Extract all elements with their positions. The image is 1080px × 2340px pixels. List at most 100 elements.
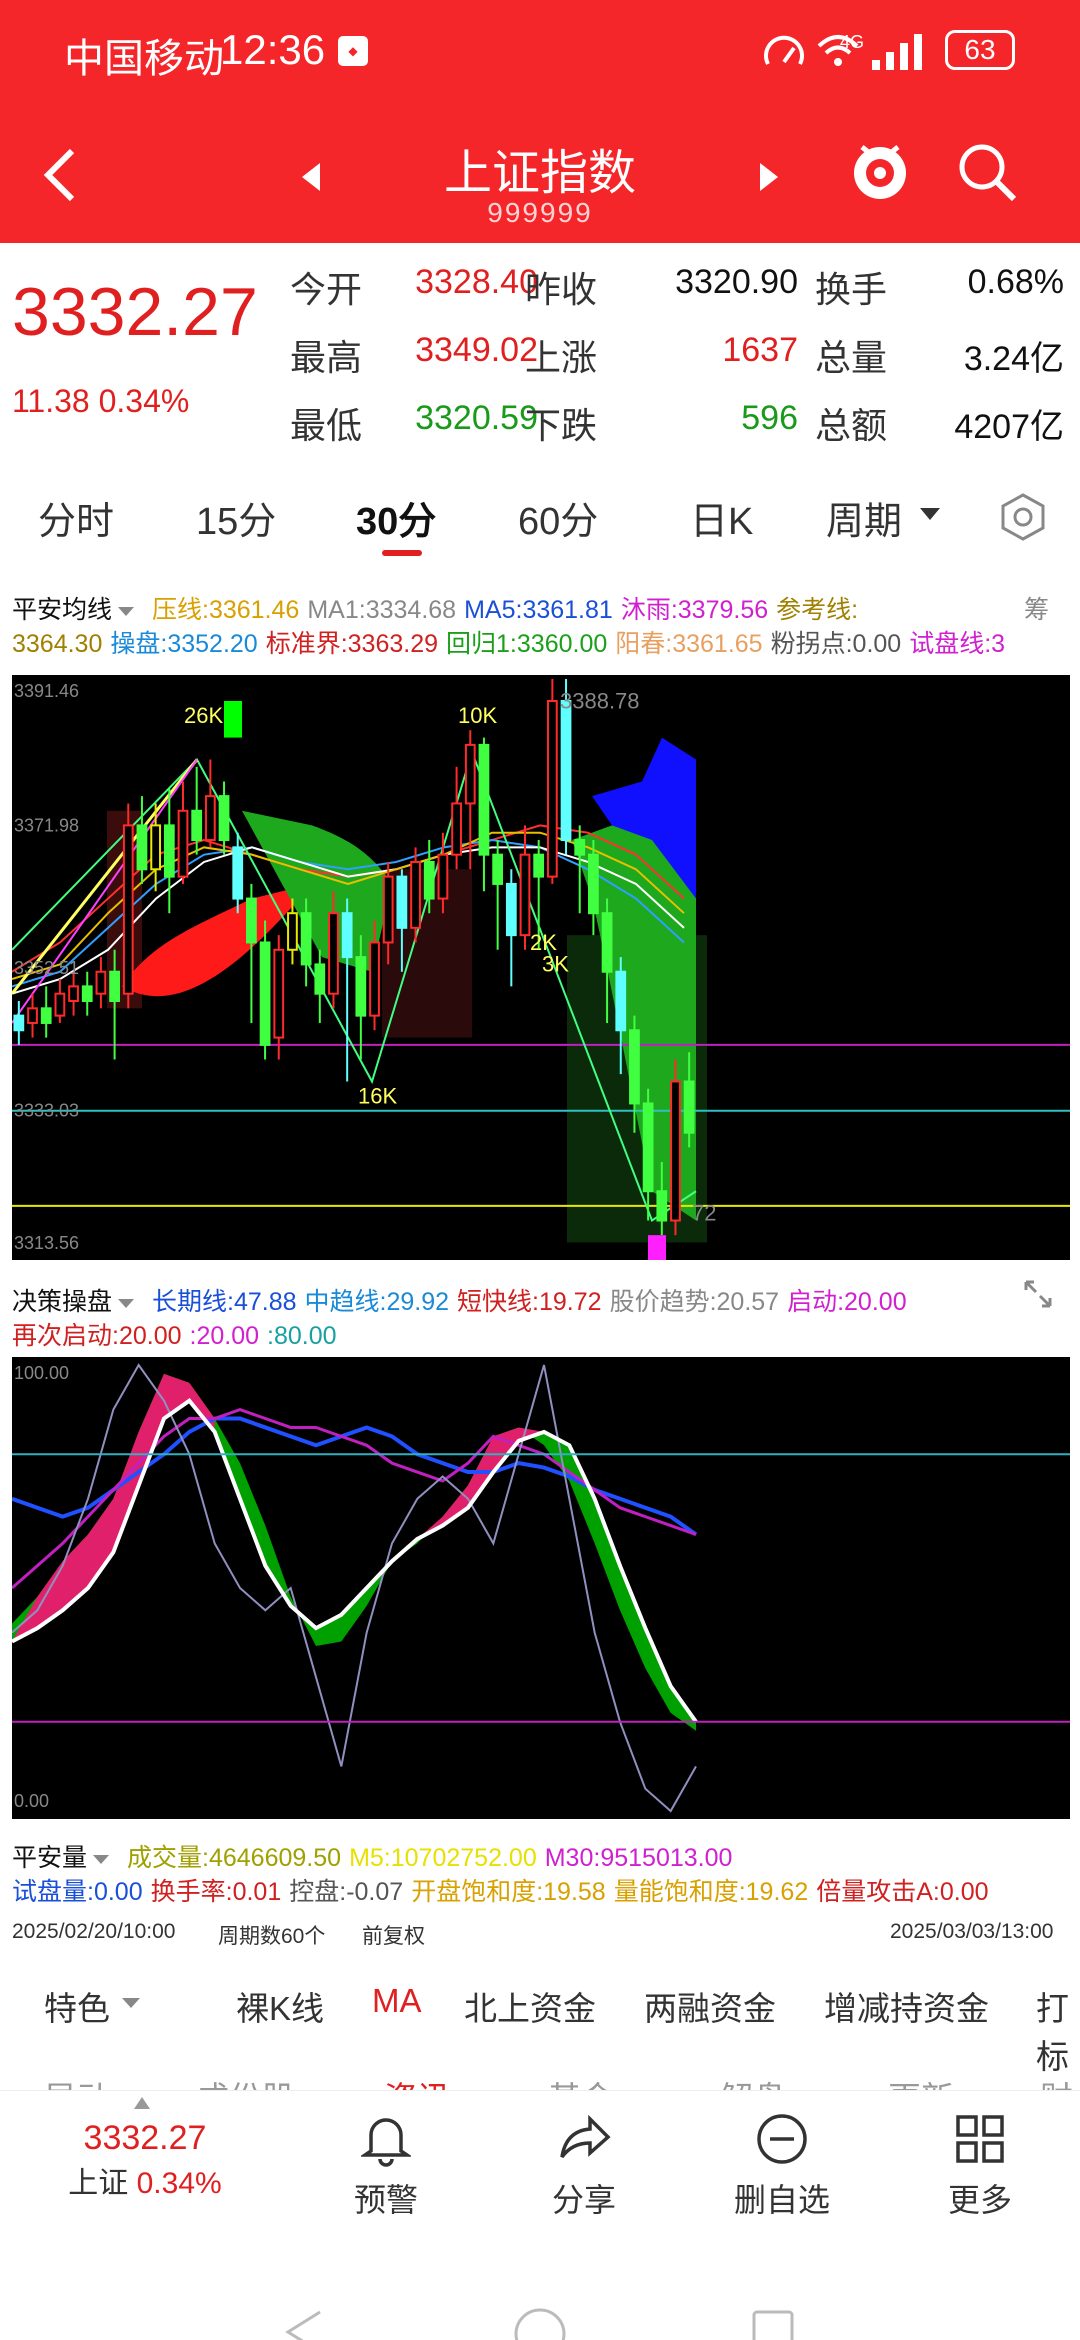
tab-2[interactable]: 30分 <box>356 490 436 545</box>
quote-value: 3.24亿 <box>963 340 1064 378</box>
nav-back-icon[interactable] <box>280 2310 330 2340</box>
indicator-name[interactable]: 平安均线 <box>12 596 112 624</box>
quote-label: 昨收 <box>525 269 598 310</box>
legend-value: 19.62 <box>745 1878 809 1906</box>
candlestick-chart[interactable]: 3391.46 3371.98 3352.51 3333.03 3313.56 26K 10… <box>12 675 1070 1260</box>
ind3-line-2: 试盘量:0.00 换手率:0.01 控盘:-0.07 开盘饱和度:19.58 量能饱和度… <box>12 1872 997 1908</box>
alert-button[interactable]: 预警 <box>316 2111 456 2221</box>
legend-value: 9515013.00 <box>600 1844 733 1872</box>
tab-4[interactable]: 日K <box>690 490 753 545</box>
candle-body <box>642 1102 654 1193</box>
axis-tick-label: 3391.46 <box>14 681 79 701</box>
nav-recents-icon[interactable] <box>750 2308 796 2340</box>
legend-value: 3334.68 <box>365 596 457 624</box>
app-notification-icon: ◆ <box>338 36 368 66</box>
decision-oscillator-chart[interactable]: 100.00 0.00 <box>12 1357 1070 1819</box>
legend-item: 股价趋势:20.57 <box>610 1288 780 1316</box>
legend-item: 成交量:4646609.50 <box>127 1844 341 1872</box>
legend-value: 0.00 <box>852 630 902 658</box>
feature-tab-1[interactable]: 裸K线 <box>236 1982 324 2030</box>
legend-value: 20.00 <box>844 1288 907 1316</box>
dropdown-arrow-icon[interactable] <box>118 1298 135 1308</box>
feature-tab-4[interactable]: 两融资金 <box>644 1982 776 2030</box>
chart-annotation: 72 <box>692 1201 716 1226</box>
legend-value: 0.00 <box>93 1878 143 1906</box>
legend-value: -0.07 <box>346 1878 404 1906</box>
grid-icon <box>956 2115 1004 2163</box>
signal-icon <box>872 34 922 70</box>
legend-item: 换手率:0.01 <box>151 1878 282 1906</box>
legend-tail: 筹 <box>1024 596 1050 624</box>
legend-label: 股价趋势: <box>609 1288 717 1316</box>
mini-price: 3332.27 <box>83 2119 207 2157</box>
chart-annotation: 3K <box>542 952 569 977</box>
candle-body <box>136 824 148 871</box>
page-title: 上证指数 <box>443 147 636 200</box>
search-icon[interactable] <box>956 141 1020 205</box>
feature-tab-5[interactable]: 增减持资金 <box>824 1982 989 2030</box>
legend-item: 倍量攻击A:0.00 <box>816 1878 988 1906</box>
legend-item: 3364.30 <box>12 630 102 658</box>
tab-0[interactable]: 分时 <box>38 490 114 545</box>
legend-label: 成交量: <box>127 1844 209 1872</box>
expand-icon[interactable] <box>1020 1276 1056 1312</box>
chart-annotation: 3388.78 <box>560 688 640 713</box>
legend-item: MA5:3361.81 <box>464 596 613 624</box>
minus-circle-icon <box>757 2114 807 2164</box>
candle-body <box>670 1080 681 1222</box>
dropdown-arrow-icon[interactable] <box>118 606 135 616</box>
legend-value: 19.58 <box>543 1878 606 1906</box>
candle-body <box>629 1029 640 1105</box>
nav-home-icon[interactable] <box>512 2306 568 2340</box>
legend-value: 20.00 <box>196 1322 260 1350</box>
candle-body <box>615 970 627 1032</box>
feature-tab-2[interactable]: MA <box>372 1982 422 2020</box>
volume-indicator-legend[interactable]: 平安量 成交量:4646609.50 M5:10702752.00 M30:95150… <box>0 1826 1080 1906</box>
more-button[interactable]: 更多 <box>910 2111 1050 2221</box>
dropdown-arrow-icon[interactable] <box>920 508 940 520</box>
quote-value: 3349.02 <box>415 331 538 369</box>
feature-tab-3[interactable]: 北上资金 <box>464 1982 596 2030</box>
candle-body <box>492 853 504 885</box>
trend-band <box>366 1427 544 1588</box>
mini-quote[interactable]: 3332.27 上证 0.34% <box>40 2119 250 2202</box>
speed-icon <box>764 35 804 65</box>
legend-label: 标准界: <box>265 630 348 658</box>
ma-indicator-legend[interactable]: 平安均线 压线:3361.46 MA1:3334.68 MA5:3361.81 沐雨:3… <box>0 578 1080 670</box>
top-header: 上证指数 999999 <box>0 105 1080 243</box>
legend-item: 短快线:19.72 <box>457 1288 602 1316</box>
tab-1[interactable]: 15分 <box>196 490 276 545</box>
candle-body <box>423 860 435 900</box>
remove-watchlist-button[interactable]: 删自选 <box>712 2111 852 2221</box>
tab-3[interactable]: 60分 <box>518 490 598 545</box>
candle-body <box>451 802 462 856</box>
period-tabs: 分时 15分 30分 60分 日K 周期 <box>0 470 1080 560</box>
legend-value: 20.57 <box>716 1288 780 1316</box>
candle-body <box>574 839 586 856</box>
quote-label: 总量 <box>815 337 888 378</box>
legend-value: 3352.20 <box>167 630 258 658</box>
end-date: 2025/03/03/13:00 <box>890 1920 1054 1943</box>
tab-5[interactable]: 周期 <box>826 490 902 545</box>
share-icon <box>560 2114 611 2159</box>
network-type: 4G <box>840 32 865 52</box>
candle-body <box>382 875 394 944</box>
legend-item: 粉拐点:0.00 <box>771 630 902 658</box>
decision-indicator-legend[interactable]: 决策操盘 长期线:47.88 中趋线:29.92 短快线:19.72 股价趋势:20.5… <box>0 1270 1080 1350</box>
indicator-name[interactable]: 决策操盘 <box>12 1288 112 1316</box>
settings-hexagon-icon[interactable] <box>998 492 1048 542</box>
feature-tab-0[interactable]: 特色 <box>44 1982 110 2030</box>
dropdown-arrow-icon[interactable] <box>122 1998 140 2008</box>
mascot-icon[interactable] <box>848 135 912 205</box>
battery-level: 63 <box>945 30 1015 70</box>
legend-value: 3363.29 <box>347 630 439 658</box>
indicator-name[interactable]: 平安量 <box>12 1844 87 1872</box>
dropdown-arrow-icon[interactable] <box>93 1854 110 1864</box>
share-button[interactable]: 分享 <box>514 2111 654 2221</box>
collapse-arrow-icon[interactable] <box>134 2097 150 2109</box>
mini-pct: 0.34% <box>136 2167 222 2200</box>
axis-tick-label: 3333.03 <box>14 1101 79 1121</box>
quote-value: 3320.59 <box>415 399 538 437</box>
chart-annotation: 16K <box>358 1083 397 1108</box>
next-stock-icon[interactable] <box>760 163 778 191</box>
